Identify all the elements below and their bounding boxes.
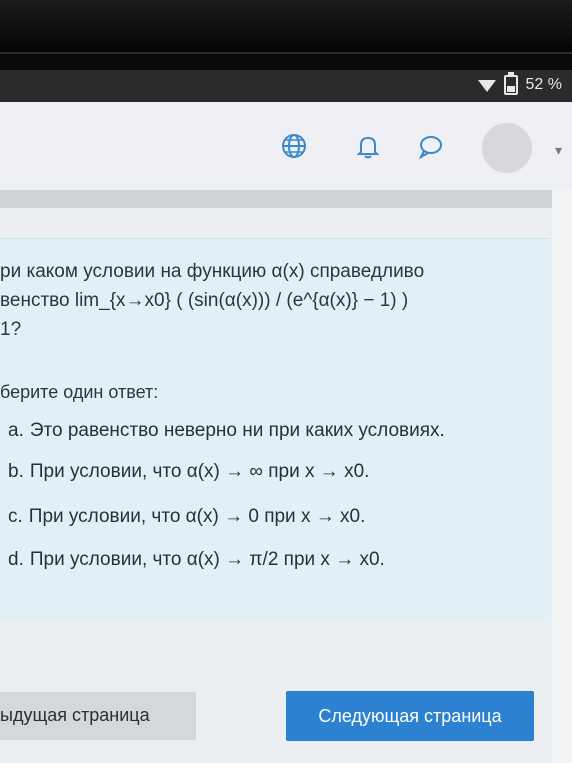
bezel-frame bbox=[0, 0, 572, 54]
bell-icon[interactable] bbox=[354, 132, 382, 160]
globe-icon[interactable] bbox=[280, 132, 308, 160]
answer-option-b[interactable]: b. При условии, что α(x) → ∞ при x → x0. bbox=[8, 461, 369, 483]
chevron-down-icon[interactable]: ▾ bbox=[555, 142, 562, 159]
option-text: При условии, что α(x) → 0 при x → x0. bbox=[28, 506, 366, 527]
question-line: венство lim_{x→x0} ( (sin(α(x))) / (e^{α… bbox=[0, 290, 409, 311]
question-text: ри каком условии на функцию α(x) справед… bbox=[0, 257, 540, 344]
previous-page-button[interactable]: ыдущая страница bbox=[0, 692, 196, 740]
chat-icon[interactable] bbox=[416, 132, 444, 160]
option-text: При условии, что α(x) → π/2 при x → x0. bbox=[29, 549, 385, 570]
previous-page-label: ыдущая страница bbox=[0, 705, 150, 725]
option-letter: c. bbox=[8, 506, 23, 527]
wifi-icon bbox=[477, 80, 496, 92]
question-line: 1? bbox=[0, 319, 22, 340]
battery-icon bbox=[503, 72, 518, 95]
status-bar: 52 % bbox=[0, 70, 572, 102]
option-letter: d. bbox=[8, 549, 24, 570]
device-bezel bbox=[0, 0, 572, 70]
answer-prompt: берите один ответ: bbox=[0, 382, 159, 402]
answer-option-c[interactable]: c. При условии, что α(x) → 0 при x → x0. bbox=[8, 506, 365, 528]
option-text: При условии, что α(x) → ∞ при x → x0. bbox=[29, 461, 370, 482]
question-line: ри каком условии на функцию α(x) справед… bbox=[0, 261, 425, 282]
option-text: Это равенство неверно ни при каких услов… bbox=[29, 420, 445, 441]
next-page-button[interactable]: Следующая страница bbox=[286, 691, 534, 741]
header-divider bbox=[0, 190, 552, 208]
battery-percent: 52 % bbox=[525, 76, 562, 93]
answer-option-a[interactable]: a. Это равенство неверно ни при каких усл… bbox=[8, 420, 445, 442]
avatar[interactable] bbox=[482, 123, 532, 173]
answer-option-d[interactable]: d. При условии, что α(x) → π/2 при x → x0… bbox=[8, 549, 385, 571]
option-letter: b. bbox=[8, 461, 24, 482]
option-letter: a. bbox=[8, 420, 24, 441]
